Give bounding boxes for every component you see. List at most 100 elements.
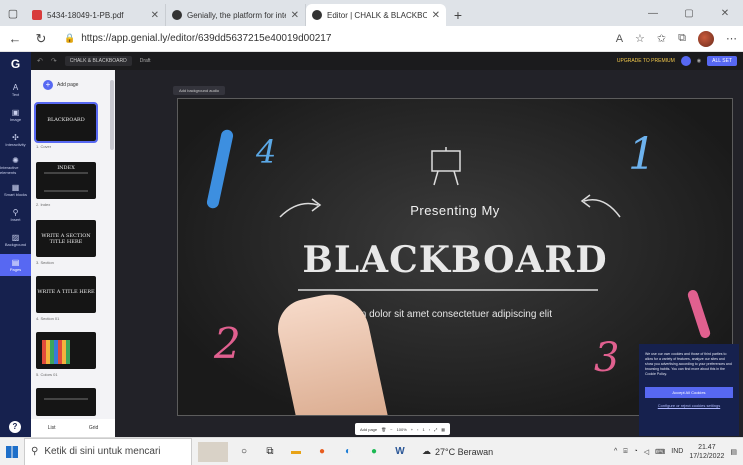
- tab-editor[interactable]: Editor | CHALK & BLACKBOARD ✕: [306, 4, 446, 26]
- pages-icon: ▤: [11, 258, 20, 267]
- edge-icon[interactable]: ◐: [338, 442, 358, 462]
- task-view-icon[interactable]: ⧉: [260, 442, 280, 462]
- spotify-icon[interactable]: ●: [364, 442, 384, 462]
- genially-logo[interactable]: G: [0, 52, 31, 76]
- slide-subtitle[interactable]: m dolor sit amet consectetuer adipiscing…: [358, 309, 552, 320]
- all-set-button[interactable]: ALL SET: [707, 56, 737, 66]
- thumbnail-image: [36, 388, 96, 416]
- hand-image[interactable]: [272, 287, 390, 415]
- cat-gif-icon[interactable]: [198, 441, 228, 462]
- chalk-underline[interactable]: [298, 289, 598, 291]
- accept-cookies-button[interactable]: Accept All Cookies: [645, 387, 733, 398]
- firefox-icon[interactable]: ●: [312, 442, 332, 462]
- taskbar-search[interactable]: ⚲ Ketik di sini untuk mencari: [24, 437, 192, 465]
- prev-page-icon[interactable]: ‹: [417, 427, 418, 432]
- rail-item-text[interactable]: A Text: [0, 79, 31, 101]
- thumbnail-text: BLACKBOARD: [47, 117, 85, 123]
- number-four[interactable]: 4: [256, 133, 276, 171]
- rail-item-background[interactable]: ▨ Background: [0, 229, 31, 251]
- page-thumbnail[interactable]: INDEX 2. Index: [36, 162, 96, 207]
- page-thumbnail[interactable]: BLACKBOARD 1. Cover: [34, 102, 98, 149]
- pink-chalk-image[interactable]: [686, 288, 712, 340]
- thumbnail-label: 2. Index: [36, 202, 51, 207]
- url-field[interactable]: 🔒 https://app.genial.ly/editor/639dd5637…: [58, 29, 608, 49]
- slide-title[interactable]: BLACKBOARD: [178, 239, 732, 281]
- language-indicator[interactable]: IND: [671, 448, 683, 455]
- preview-icon[interactable]: ◉: [697, 58, 701, 64]
- file-explorer-icon[interactable]: ▬: [286, 442, 306, 462]
- close-window-icon[interactable]: ✕: [707, 0, 743, 26]
- add-page-button[interactable]: + Add page: [43, 80, 103, 90]
- number-two[interactable]: 2: [214, 319, 241, 368]
- help-icon[interactable]: ?: [9, 421, 21, 433]
- next-page-icon[interactable]: ›: [429, 427, 430, 432]
- grid-view-button[interactable]: Grid: [89, 425, 98, 431]
- page-thumbnail[interactable]: [36, 388, 96, 416]
- thumbnail-label: 4. Section 01: [36, 316, 60, 321]
- rail-item-interactivity[interactable]: ✣ Interactivity: [0, 129, 31, 151]
- rail-item-smart-blocks[interactable]: ▦ Smart blocks: [0, 179, 31, 201]
- url-text: https://app.genial.ly/editor/639dd563721…: [81, 33, 332, 44]
- number-one[interactable]: 1: [628, 129, 656, 180]
- fit-icon[interactable]: ⤢: [434, 427, 437, 432]
- zoom-level[interactable]: 100%: [397, 427, 407, 432]
- add-page-small-button[interactable]: Add page: [360, 427, 377, 432]
- redo-icon[interactable]: ↷: [51, 57, 57, 65]
- interactive-elements-icon: ✺: [12, 155, 19, 165]
- undo-icon[interactable]: ↶: [37, 57, 43, 65]
- clock[interactable]: 21.47 17/12/2022: [689, 443, 724, 461]
- upgrade-link[interactable]: UPGRADE TO PREMIUM: [617, 58, 675, 64]
- easel-icon[interactable]: [426, 147, 466, 187]
- pages-scrollbar[interactable]: [110, 80, 114, 150]
- close-tab-icon[interactable]: ✕: [291, 10, 299, 21]
- rail-item-interactive-elements[interactable]: ✺ Interactive elements: [0, 154, 31, 176]
- close-tab-icon[interactable]: ✕: [151, 10, 159, 21]
- add-page-label: Add page: [57, 82, 79, 88]
- read-aloud-icon[interactable]: A: [616, 33, 623, 45]
- user-avatar[interactable]: [680, 56, 691, 66]
- page-thumbnail[interactable]: 5. Colors 01: [36, 332, 96, 377]
- back-icon[interactable]: ←: [6, 31, 24, 46]
- number-three[interactable]: 3: [594, 335, 619, 381]
- background-audio-button[interactable]: Add background audio: [173, 86, 226, 95]
- favorite-icon[interactable]: ☆: [635, 32, 645, 45]
- project-name[interactable]: CHALK & BLACKBOARD: [64, 56, 132, 66]
- list-view-button[interactable]: List: [48, 425, 56, 431]
- zoom-in-icon[interactable]: +: [411, 427, 413, 432]
- more-icon[interactable]: ⋯: [726, 32, 737, 45]
- profile-avatar[interactable]: [698, 30, 714, 47]
- close-tab-icon[interactable]: ✕: [432, 10, 440, 21]
- presenting-text[interactable]: Presenting My: [178, 203, 732, 218]
- refresh-icon[interactable]: ↻: [32, 31, 50, 47]
- start-button[interactable]: [0, 438, 24, 465]
- volume-icon[interactable]: ◁: [644, 448, 649, 456]
- configure-cookies-link[interactable]: Configure or reject cookies settings: [645, 403, 733, 408]
- page-thumbnail[interactable]: WRITE A TITLE HERE 4. Section 01: [36, 276, 96, 321]
- weather-widget[interactable]: ☁ 27°C Berawan: [422, 446, 493, 457]
- tab-actions-icon[interactable]: ▢: [0, 0, 26, 26]
- rail-item-image[interactable]: ▣ Image: [0, 104, 31, 126]
- wifi-icon[interactable]: ◔: [634, 448, 638, 455]
- new-tab-button[interactable]: +: [446, 4, 470, 26]
- cortana-icon[interactable]: ○: [234, 442, 254, 462]
- word-icon[interactable]: W: [390, 442, 410, 462]
- maximize-icon[interactable]: ▢: [671, 0, 707, 26]
- chevron-up-icon[interactable]: ^: [614, 448, 617, 455]
- network-icon[interactable]: ⌸: [623, 448, 627, 456]
- collections-icon[interactable]: ⧉: [678, 32, 686, 45]
- minimize-icon[interactable]: —: [635, 0, 671, 26]
- notification-icon[interactable]: ▤: [730, 448, 737, 456]
- blue-chalk-image[interactable]: [205, 128, 235, 210]
- trash-icon[interactable]: 🗑: [381, 427, 386, 432]
- tab-genially[interactable]: Genially, the platform for interac ✕: [166, 4, 306, 26]
- editor-toolbar-right: UPGRADE TO PREMIUM ◉ ALL SET: [617, 56, 737, 66]
- zoom-out-icon[interactable]: −: [390, 427, 392, 432]
- favorites-icon[interactable]: ✩: [657, 32, 666, 45]
- rail-item-pages[interactable]: ▤ Pages: [0, 254, 31, 276]
- grid-icon[interactable]: ▦: [441, 427, 445, 432]
- draft-status[interactable]: Draft: [140, 58, 151, 64]
- rail-item-insert[interactable]: ⚲ Insert: [0, 204, 31, 226]
- keyboard-icon[interactable]: ⌨: [655, 448, 665, 456]
- page-thumbnail[interactable]: WRITE A SECTION TITLE HERE 3. Section: [36, 220, 96, 265]
- tab-pdf[interactable]: 5434-18049-1-PB.pdf ✕: [26, 4, 166, 26]
